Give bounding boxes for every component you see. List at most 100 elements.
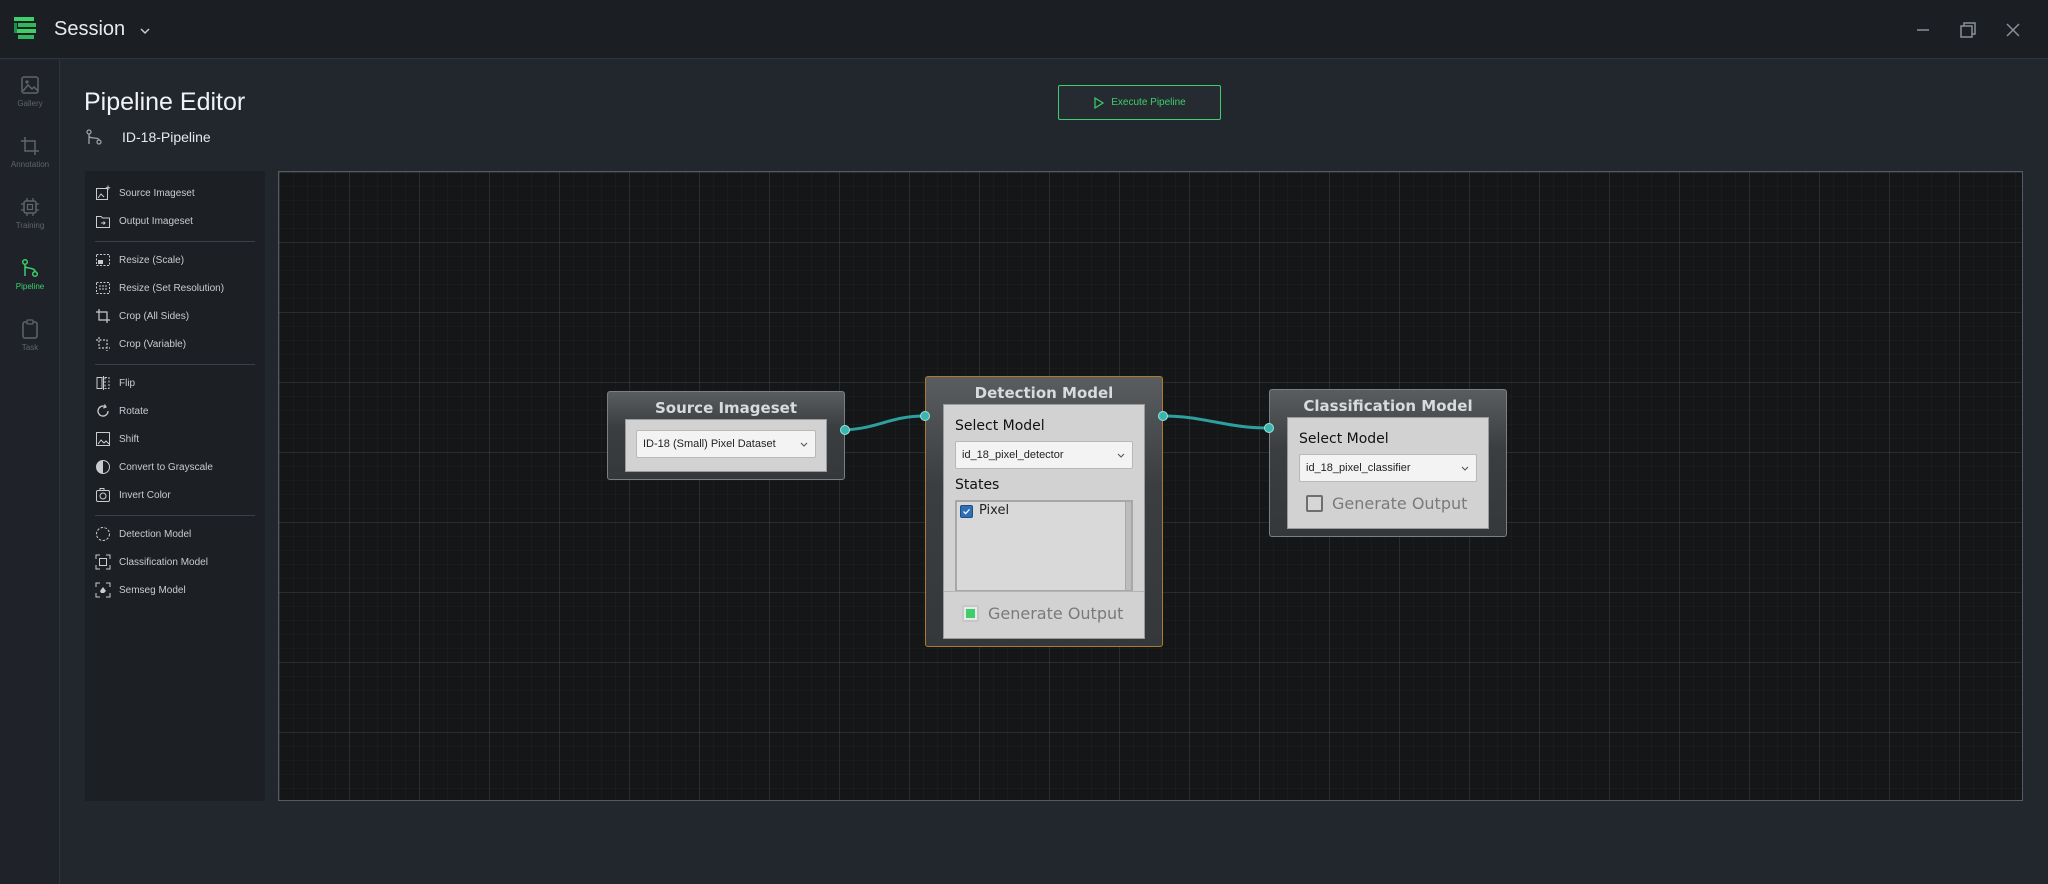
palette-item-label: Invert Color [119, 489, 171, 501]
palette-item-classification-model[interactable]: Classification Model [95, 551, 208, 573]
chevron-down-icon [1117, 453, 1125, 458]
crop-icon [96, 309, 110, 323]
classification-generate-output-checkbox[interactable] [1306, 495, 1323, 512]
states-label: States [955, 477, 1000, 493]
detection-generate-output-checkbox[interactable] [962, 605, 979, 622]
palette-item-label: Resize (Scale) [119, 254, 185, 266]
rail-label: Gallery [17, 99, 43, 108]
dataset-dropdown-value: ID-18 (Small) Pixel Dataset [643, 438, 776, 450]
node-title: Classification Model [1303, 397, 1473, 415]
clipboard-icon [22, 319, 38, 339]
classification-icon [95, 554, 111, 570]
detection-output-port[interactable] [1158, 411, 1168, 421]
rail-item-task[interactable]: Task [0, 318, 60, 368]
chip-icon [21, 198, 39, 216]
palette-item-grayscale[interactable]: Convert to Grayscale [95, 456, 213, 478]
palette-item-label: Classification Model [119, 556, 208, 568]
states-scrollbar[interactable] [1125, 502, 1131, 590]
palette-item-resize-scale[interactable]: Resize (Scale) [95, 249, 184, 271]
node-classification-model[interactable]: Classification Model Select Model id_18_… [1269, 389, 1507, 537]
app-logo-icon [14, 17, 36, 39]
rotate-icon [97, 404, 109, 417]
execute-pipeline-label: Execute Pipeline [1111, 97, 1186, 108]
dataset-dropdown[interactable]: ID-18 (Small) Pixel Dataset [636, 430, 816, 458]
chevron-down-icon[interactable] [138, 24, 152, 38]
detection-generate-output-label: Generate Output [988, 604, 1124, 623]
palette-divider [95, 364, 255, 365]
node-body: ID-18 (Small) Pixel Dataset [625, 419, 827, 472]
node-detection-model[interactable]: Detection Model Select Model id_18_pixel… [925, 376, 1163, 647]
select-model-label: Select Model [1299, 431, 1389, 447]
flip-icon [96, 376, 110, 390]
palette-item-label: Shift [119, 433, 140, 445]
node-palette: Source Imageset Output Imageset Resize (… [85, 171, 265, 801]
session-title[interactable]: Session [54, 18, 125, 41]
palette-item-resize-resolution[interactable]: Resize (Set Resolution) [95, 277, 224, 299]
state-pixel-label: Pixel [979, 503, 1010, 518]
palette-item-crop-variable[interactable]: Crop (Variable) [95, 333, 186, 355]
detection-input-port[interactable] [920, 411, 930, 421]
check-icon [963, 508, 970, 515]
page-title: Pipeline Editor [84, 88, 246, 116]
rail-label: Pipeline [15, 282, 45, 291]
resize-resolution-icon [96, 282, 110, 294]
palette-item-label: Crop (Variable) [119, 338, 187, 350]
chevron-down-icon [1461, 466, 1469, 471]
close-icon[interactable] [2002, 19, 2024, 41]
detection-icon [96, 527, 110, 541]
rail-item-training[interactable]: Training [0, 196, 60, 246]
palette-item-flip[interactable]: Flip [95, 372, 135, 394]
node-body: Select Model id_18_pixel_detector States… [943, 404, 1145, 639]
minimize-icon[interactable] [1912, 19, 1934, 41]
crop-icon [21, 137, 39, 155]
palette-item-shift[interactable]: Shift [95, 428, 139, 450]
rail-item-gallery[interactable]: Gallery [0, 74, 60, 124]
palette-item-detection-model[interactable]: Detection Model [95, 523, 191, 545]
detection-model-dropdown[interactable]: id_18_pixel_detector [955, 441, 1133, 469]
palette-item-output-imageset[interactable]: Output Imageset [95, 210, 193, 232]
classification-model-dropdown[interactable]: id_18_pixel_classifier [1299, 454, 1477, 482]
state-pixel-checkbox[interactable] [960, 505, 973, 518]
rail-item-annotation[interactable]: Annotation [0, 135, 60, 185]
rail-item-pipeline[interactable]: Pipeline [0, 257, 60, 307]
palette-item-label: Detection Model [119, 528, 192, 540]
palette-item-label: Convert to Grayscale [119, 461, 213, 473]
palette-item-label: Crop (All Sides) [119, 310, 190, 322]
restore-icon[interactable] [1957, 19, 1979, 41]
node-divider [944, 591, 1144, 592]
execute-pipeline-button[interactable]: Execute Pipeline [1058, 85, 1221, 120]
palette-item-label: Output Imageset [119, 215, 193, 227]
select-model-label: Select Model [955, 418, 1045, 434]
states-list: Pixel [955, 500, 1133, 592]
play-icon [1094, 96, 1105, 109]
palette-item-crop-all-sides[interactable]: Crop (All Sides) [95, 305, 189, 327]
folder-export-icon [96, 216, 110, 228]
chevron-down-icon [800, 442, 808, 447]
image-icon [21, 76, 39, 94]
pipeline-icon [86, 129, 102, 145]
classification-generate-output-label: Generate Output [1332, 494, 1468, 513]
palette-item-label: Source Imageset [119, 187, 195, 199]
palette-item-invert-color[interactable]: Invert Color [95, 484, 171, 506]
palette-item-rotate[interactable]: Rotate [95, 400, 148, 422]
palette-item-semseg-model[interactable]: Semseg Model [95, 579, 186, 601]
semseg-icon [95, 582, 111, 598]
palette-item-label: Resize (Set Resolution) [119, 282, 225, 294]
rail-label: Task [21, 343, 39, 352]
node-body: Select Model id_18_pixel_classifier Gene… [1287, 417, 1489, 529]
node-source-imageset[interactable]: Source Imageset ID-18 (Small) Pixel Data… [607, 391, 845, 480]
palette-item-label: Semseg Model [119, 584, 186, 596]
classification-input-port[interactable] [1264, 423, 1274, 433]
nav-rail: Gallery Annotation Training Pipeline Tas… [0, 60, 60, 884]
palette-item-label: Rotate [119, 405, 149, 417]
detection-model-value: id_18_pixel_detector [962, 449, 1064, 461]
node-title: Detection Model [974, 384, 1114, 402]
resize-scale-icon [96, 254, 110, 266]
invert-color-icon [96, 488, 110, 502]
rail-label: Annotation [10, 160, 50, 169]
pipeline-name: ID-18-Pipeline [122, 129, 211, 145]
palette-item-source-imageset[interactable]: Source Imageset [95, 182, 195, 204]
rail-label: Training [15, 221, 45, 230]
source-output-port[interactable] [840, 425, 850, 435]
pipeline-icon [21, 258, 39, 278]
